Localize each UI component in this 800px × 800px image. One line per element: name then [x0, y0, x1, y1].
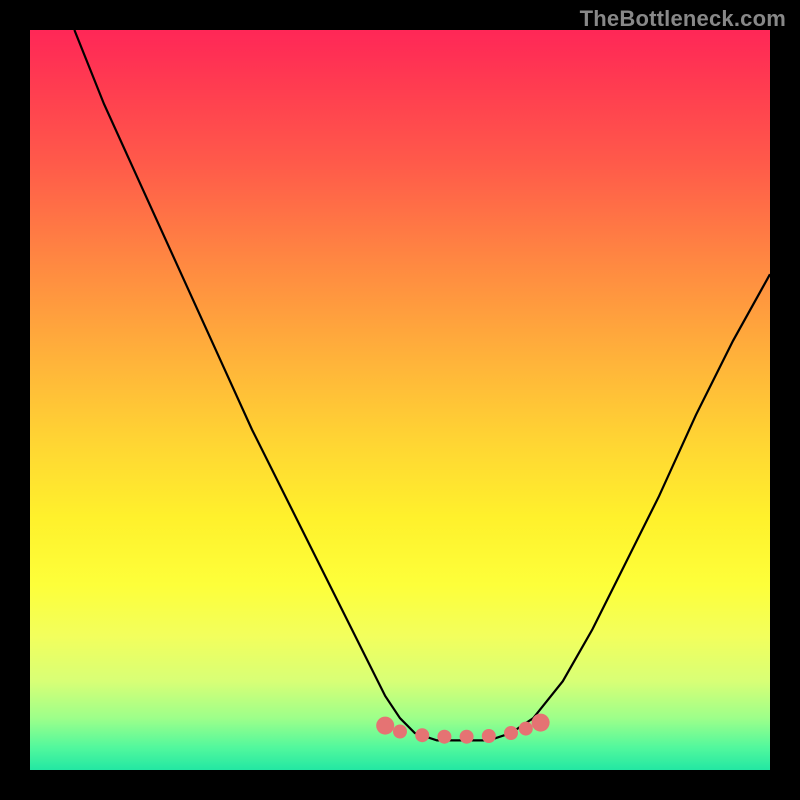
watermark-text: TheBottleneck.com	[580, 6, 786, 32]
target-marker	[437, 730, 451, 744]
target-marker	[504, 726, 518, 740]
target-marker	[482, 729, 496, 743]
target-marker	[519, 722, 533, 736]
plot-area	[30, 30, 770, 770]
chart-container: TheBottleneck.com	[0, 0, 800, 800]
bottleneck-curve-path	[74, 30, 770, 740]
target-marker-group	[376, 714, 549, 744]
target-marker	[415, 728, 429, 742]
target-marker	[393, 725, 407, 739]
target-marker	[376, 717, 394, 735]
curve-layer	[30, 30, 770, 770]
target-marker	[532, 714, 550, 732]
target-marker	[460, 730, 474, 744]
